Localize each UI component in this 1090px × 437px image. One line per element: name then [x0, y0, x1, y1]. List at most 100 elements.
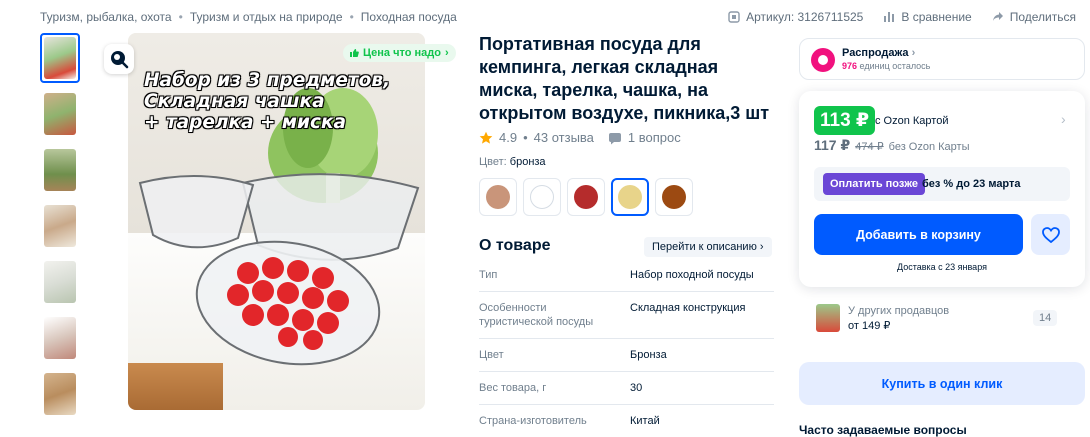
- thumbs-up-icon: [350, 49, 359, 57]
- spec-key: Страна-изготовитель: [479, 415, 587, 427]
- color-swatch[interactable]: [479, 178, 517, 216]
- color-swatch[interactable]: [567, 178, 605, 216]
- share-label: Поделиться: [1009, 10, 1076, 24]
- breadcrumb-separator: •: [178, 10, 183, 24]
- delivery-info: Доставка с 23 января: [897, 262, 987, 272]
- questions-link[interactable]: 1 вопрос: [628, 130, 681, 145]
- top-actions: Артикул: 3126711525 В сравнение Поделить…: [728, 10, 1076, 24]
- article-label: Артикул: 3126711525: [746, 10, 864, 24]
- rating-value: 4.9: [499, 130, 518, 145]
- spec-value: Набор походной посуды: [630, 269, 754, 281]
- breadcrumb-item[interactable]: Походная посуда: [361, 10, 457, 24]
- spec-row: Страна-изготовитель Китай: [479, 406, 774, 434]
- product-title: Портативная посуда для кемпинга, легкая …: [479, 34, 770, 123]
- color-swatch-dot: [618, 185, 642, 209]
- thumbnail[interactable]: [40, 369, 80, 419]
- breadcrumb-item[interactable]: Туризм и отдых на природе: [190, 10, 343, 24]
- compare-button[interactable]: В сравнение: [883, 10, 972, 24]
- lens-search-icon: [111, 51, 129, 69]
- chevron-right-icon[interactable]: ›: [1061, 111, 1066, 127]
- spec-row: Цвет Бронза: [479, 340, 774, 372]
- spec-key: Вес товара, г: [479, 382, 547, 394]
- article-number[interactable]: Артикул: 3126711525: [728, 10, 863, 24]
- spec-key: Тип: [479, 269, 498, 281]
- spec-key: Особенности туристической посуды: [479, 302, 594, 328]
- thumbnail[interactable]: [40, 257, 80, 307]
- spec-value: Складная конструкция: [630, 302, 746, 314]
- image-overlay-text: Набор из 3 предметов, Складная чашка + т…: [144, 70, 391, 133]
- card-price-label: с Ozon Картой: [875, 115, 949, 127]
- other-sellers-price: от 149 ₽: [848, 320, 891, 332]
- add-to-cart-button[interactable]: Добавить в корзину: [814, 214, 1023, 255]
- reviews-link[interactable]: 43 отзыва: [534, 130, 594, 145]
- go-to-description-link[interactable]: Перейти к описанию ›: [644, 237, 772, 257]
- sale-stock: 976 единиц осталось: [842, 61, 930, 71]
- share-button[interactable]: Поделиться: [992, 10, 1076, 24]
- star-icon: [479, 131, 493, 144]
- faq-heading: Часто задаваемые вопросы: [799, 423, 967, 437]
- other-sellers[interactable]: У других продавцов от 149 ₽ 14: [799, 293, 1085, 343]
- buy-one-click-button[interactable]: Купить в один клик: [799, 362, 1085, 405]
- color-label: Цвет: бронза: [479, 156, 546, 168]
- other-sellers-count: 14: [1033, 310, 1058, 326]
- color-swatch[interactable]: [655, 178, 693, 216]
- spec-row: Тип Набор походной посуды: [479, 260, 774, 292]
- product-main-image[interactable]: Набор из 3 предметов, Складная чашка + т…: [128, 33, 425, 410]
- good-price-label: Цена что надо: [363, 47, 441, 59]
- color-swatch[interactable]: [523, 178, 561, 216]
- thumbnail[interactable]: [40, 145, 80, 195]
- color-swatch[interactable]: [611, 178, 649, 216]
- sale-stock-count: 976: [842, 61, 858, 71]
- image-search-button[interactable]: [104, 44, 134, 74]
- color-label-key: Цвет:: [479, 156, 507, 168]
- thumbnail[interactable]: [40, 89, 80, 139]
- buy-box: 113 ₽ с Ozon Картой › 117 ₽ 474 ₽ без Oz…: [799, 91, 1085, 287]
- barcode-icon: [728, 11, 740, 23]
- pay-later-button[interactable]: Оплатить позже: [823, 173, 925, 195]
- thumbnail[interactable]: [40, 33, 80, 83]
- chevron-right-icon: ›: [759, 241, 764, 253]
- rating-row[interactable]: 4.9 • 43 отзыва 1 вопрос: [479, 130, 681, 145]
- sale-banner[interactable]: Распродажа › 976 единиц осталось: [799, 38, 1085, 80]
- other-sellers-title: У других продавцов: [848, 305, 950, 317]
- sale-title: Распродажа ›: [842, 47, 915, 59]
- color-swatch-dot: [574, 185, 598, 209]
- spec-key: Цвет: [479, 349, 504, 361]
- pay-later-text: без % до 23 марта: [922, 178, 1021, 190]
- no-card-label: без Ozon Карты: [888, 141, 970, 153]
- spec-value: 30: [630, 382, 643, 394]
- color-swatch-dot: [486, 185, 510, 209]
- share-icon: [992, 12, 1003, 21]
- compare-icon: [884, 12, 895, 22]
- question-icon: [608, 132, 621, 144]
- sale-title-text: Распродажа: [842, 47, 909, 59]
- sale-badge-icon: [811, 48, 835, 72]
- thumbnail-list: [40, 33, 82, 425]
- chevron-right-icon: ›: [444, 47, 449, 59]
- color-swatch-dot: [530, 185, 554, 209]
- color-label-value: бронза: [509, 156, 546, 168]
- breadcrumb-separator: •: [349, 10, 354, 24]
- other-seller-thumbnail: [816, 304, 840, 332]
- go-to-description-label: Перейти к описанию: [652, 241, 757, 253]
- good-price-badge[interactable]: Цена что надо ›: [343, 44, 456, 62]
- spec-value: Бронза: [630, 349, 667, 361]
- spec-value: Китай: [630, 415, 660, 427]
- chevron-right-icon: ›: [911, 47, 916, 59]
- thumbnail[interactable]: [40, 313, 80, 363]
- color-swatch-dot: [662, 185, 686, 209]
- card-price: 113 ₽: [814, 106, 876, 135]
- sale-stock-text: единиц осталось: [859, 61, 931, 71]
- thumbnail[interactable]: [40, 201, 80, 251]
- pay-later-block[interactable]: Оплатить позже без % до 23 марта: [814, 167, 1070, 201]
- breadcrumb-item[interactable]: Туризм, рыбалка, охота: [40, 10, 172, 24]
- color-swatches: [479, 178, 693, 216]
- spec-row: Особенности туристической посуды Складная…: [479, 293, 774, 339]
- regular-price-row: 117 ₽ 474 ₽ без Ozon Карты: [814, 137, 970, 154]
- spec-row: Вес товара, г 30: [479, 373, 774, 405]
- breadcrumb: Туризм, рыбалка, охота • Туризм и отдых …: [40, 10, 457, 24]
- about-heading: О товаре: [479, 237, 551, 254]
- dot-separator: •: [523, 130, 528, 145]
- regular-price: 117 ₽: [814, 137, 851, 153]
- favorite-button[interactable]: [1031, 214, 1070, 255]
